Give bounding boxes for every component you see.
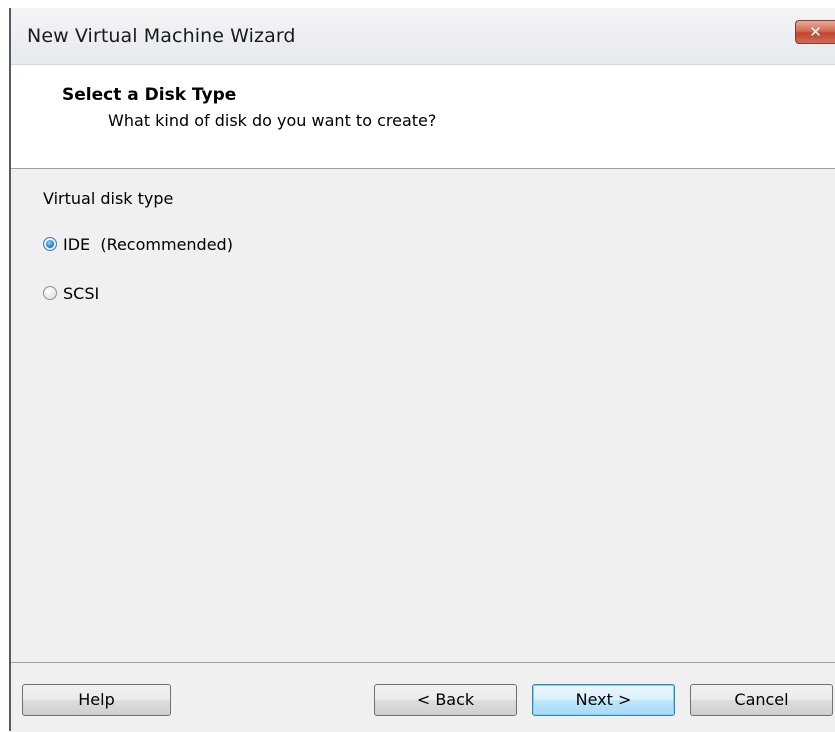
close-button[interactable]: ✕: [795, 20, 835, 44]
radio-option-ide[interactable]: IDE (Recommended): [43, 233, 233, 255]
disk-type-group-label: Virtual disk type: [43, 189, 174, 208]
title-bar[interactable]: New Virtual Machine Wizard ✕: [11, 8, 835, 65]
back-button[interactable]: < Back: [374, 684, 517, 716]
window-title: New Virtual Machine Wizard: [27, 25, 296, 47]
radio-button-ide[interactable]: [43, 237, 57, 251]
page-title: Select a Disk Type: [62, 85, 237, 105]
radio-button-scsi[interactable]: [43, 286, 57, 300]
close-icon: ✕: [809, 23, 822, 41]
wizard-footer: Help < Back Next > Cancel: [11, 662, 835, 732]
next-button[interactable]: Next >: [532, 684, 675, 716]
radio-option-scsi[interactable]: SCSI: [43, 282, 99, 304]
page-subtitle: What kind of disk do you want to create?: [108, 111, 437, 130]
wizard-window: New Virtual Machine Wizard ✕ Select a Di…: [9, 8, 835, 732]
cancel-button[interactable]: Cancel: [690, 684, 833, 716]
help-button[interactable]: Help: [22, 684, 171, 716]
wizard-content: Virtual disk type IDE (Recommended) SCSI: [11, 169, 835, 661]
radio-label-ide: IDE (Recommended): [63, 234, 233, 254]
radio-label-scsi: SCSI: [63, 283, 100, 303]
wizard-header: Select a Disk Type What kind of disk do …: [11, 65, 835, 169]
